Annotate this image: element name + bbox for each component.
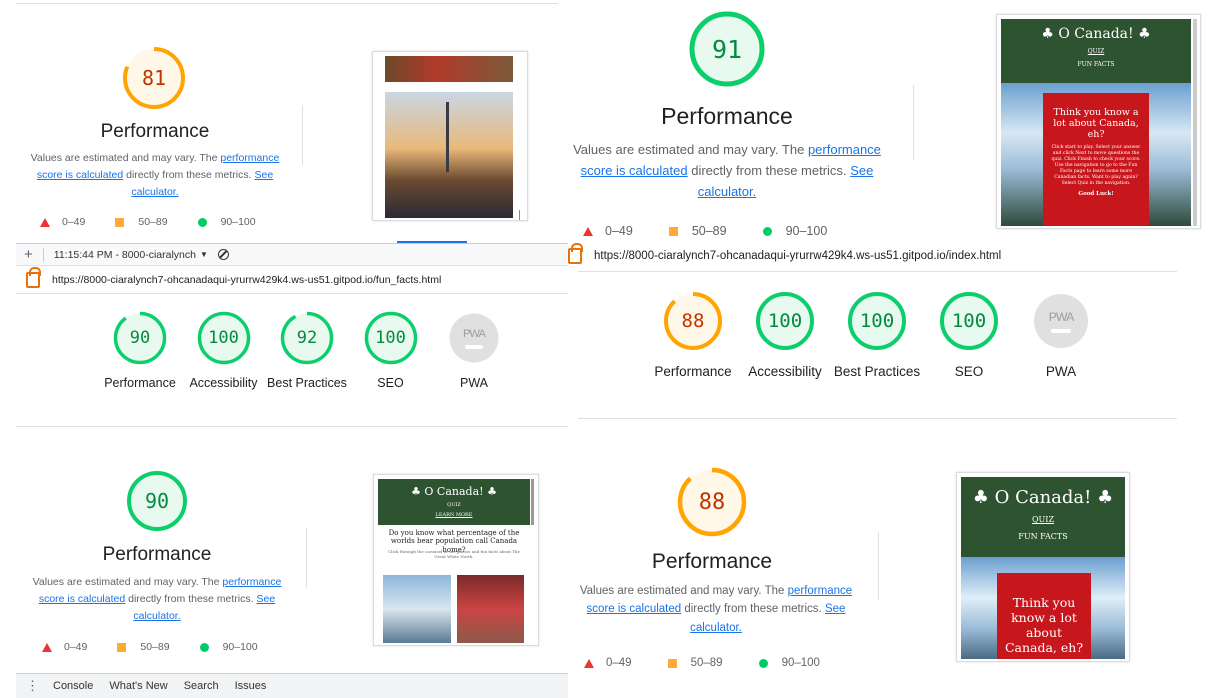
card-heading: Think you know a lot about Canada, eh? <box>1004 595 1084 655</box>
site-nav-learn-more: LEARN MORE <box>435 512 473 518</box>
category-score: 100 <box>208 328 239 348</box>
site-title: ♣ O Canada! ♣ <box>972 487 1114 508</box>
site-nav-quiz: QUIZ <box>1087 48 1105 55</box>
category-label: SEO <box>954 364 984 379</box>
fail-icon <box>583 226 593 236</box>
performance-score: 90 <box>144 489 170 513</box>
devtools-report-bar: + 11:15:44 PM - 8000-ciaralynch ▼ <box>16 243 568 265</box>
category-gauge[interactable]: 88 <box>662 290 724 352</box>
category-gauge[interactable]: 100 <box>196 310 252 366</box>
performance-score: 91 <box>711 34 743 64</box>
card-heading: Think you know a lot about Canada, eh? <box>1053 107 1139 140</box>
category-label: PWA <box>459 376 488 390</box>
performance-description: Values are estimated and may vary. The p… <box>30 152 280 198</box>
fail-icon <box>42 642 52 652</box>
pass-icon <box>197 217 207 227</box>
pwa-badge: PWA <box>1030 290 1092 352</box>
screenshot-thumbnail: ♣ O Canada! ♣ QUIZ FUN FACTS Think you k… <box>996 14 1201 229</box>
drawer-tab[interactable]: Issues <box>235 680 267 692</box>
category-label: Accessibility <box>748 364 822 379</box>
clear-reports-icon[interactable] <box>217 249 229 260</box>
category-gauge[interactable]: PWA <box>1030 290 1092 352</box>
screenshot-thumbnail: ♣ O Canada! ♣ QUIZ LEARN MORE Do you kno… <box>373 474 539 646</box>
report-selector[interactable]: 11:15:44 PM - 8000-ciaralynch <box>54 249 196 261</box>
category-score: 100 <box>859 310 895 332</box>
performance-gauge: 91 <box>688 10 766 88</box>
category-label: PWA <box>1045 364 1077 379</box>
site-title: ♣ O Canada! ♣ <box>411 485 497 498</box>
category-label: Best Practices <box>833 364 921 379</box>
category-gauge[interactable]: 90 <box>112 310 168 366</box>
drawer-tab[interactable]: Console <box>53 680 93 692</box>
site-nav-fun-facts: FUN FACTS <box>1077 61 1115 68</box>
drawer-tab[interactable]: Search <box>184 680 219 692</box>
more-options-icon[interactable]: ⋮ <box>26 678 39 694</box>
score-legend: 0–49 50–89 90–100 <box>583 224 827 238</box>
category-label: Accessibility <box>189 376 258 390</box>
category-gauge[interactable]: 100 <box>363 310 419 366</box>
site-title: ♣ O Canada! ♣ <box>1041 26 1151 42</box>
pass-icon <box>762 226 772 236</box>
performance-score: 88 <box>698 489 726 515</box>
report-url: https://8000-ciaralynch7-ohcanadaqui-yru… <box>26 267 441 288</box>
drawer-tab[interactable]: What's New <box>109 680 167 692</box>
average-icon <box>117 642 127 652</box>
category-score: 92 <box>296 328 318 348</box>
report-url: https://8000-ciaralynch7-ohcanadaqui-yru… <box>568 243 1001 264</box>
category-score: 100 <box>375 328 406 348</box>
chevron-down-icon[interactable]: ▼ <box>200 250 208 259</box>
average-icon <box>115 217 125 227</box>
screenshot-thumbnail: ♣ O Canada! ♣ QUIZ FUN FACTS Think you k… <box>956 472 1130 662</box>
devtools-drawer-tabs: ⋮ Console What's New Search Issues <box>16 673 568 698</box>
performance-title: Performance <box>100 121 210 142</box>
fail-icon <box>40 217 50 227</box>
category-score: 100 <box>767 310 803 332</box>
fail-icon <box>584 658 594 668</box>
card-sign: Good Luck! <box>1078 190 1114 197</box>
add-report-button[interactable]: + <box>24 246 33 263</box>
category-gauge[interactable]: 100 <box>846 290 908 352</box>
average-icon <box>667 658 677 668</box>
category-label: Performance <box>104 376 176 390</box>
pwa-badge: PWA <box>446 310 502 366</box>
site-nav-fun-facts: FUN FACTS <box>1018 532 1068 541</box>
category-gauge[interactable]: 100 <box>938 290 1000 352</box>
performance-title: Performance <box>102 544 212 565</box>
category-gauge[interactable]: 100 <box>754 290 816 352</box>
performance-title: Performance <box>651 550 773 573</box>
score-legend: 0–49 50–89 90–100 <box>42 641 258 653</box>
category-score: 88 <box>681 310 705 332</box>
performance-description: Values are estimated and may vary. The p… <box>579 585 853 634</box>
card-body: Click start to play. Select your answer … <box>1051 144 1141 186</box>
category-label: Performance <box>654 364 732 379</box>
category-label: SEO <box>377 376 404 390</box>
screenshot-thumbnail <box>372 51 528 221</box>
site-nav-quiz: QUIZ <box>447 502 461 508</box>
performance-gauge: 90 <box>126 470 188 532</box>
performance-description: Values are estimated and may vary. The p… <box>573 142 881 199</box>
performance-description: Values are estimated and may vary. The p… <box>32 576 282 622</box>
score-legend: 0–49 50–89 90–100 <box>584 657 820 669</box>
performance-gauge: 81 <box>122 46 186 110</box>
performance-score: 81 <box>141 66 167 90</box>
site-nav-quiz: QUIZ <box>1031 515 1055 524</box>
insecure-lock-icon <box>568 243 583 264</box>
score-legend: 0–49 50–89 90–100 <box>40 216 256 228</box>
insecure-lock-icon <box>26 267 41 288</box>
category-score: 90 <box>129 328 151 348</box>
pass-icon <box>758 658 768 668</box>
average-icon <box>668 226 678 236</box>
category-label: Best Practices <box>267 376 347 390</box>
category-gauge[interactable]: PWA <box>446 310 502 366</box>
bear-subtext: Click through the carousel to see photos… <box>388 549 520 559</box>
category-gauge[interactable]: 92 <box>279 310 335 366</box>
pass-icon <box>199 642 209 652</box>
performance-title: Performance <box>661 103 793 129</box>
category-score: 100 <box>951 310 987 332</box>
performance-gauge: 88 <box>677 467 747 537</box>
